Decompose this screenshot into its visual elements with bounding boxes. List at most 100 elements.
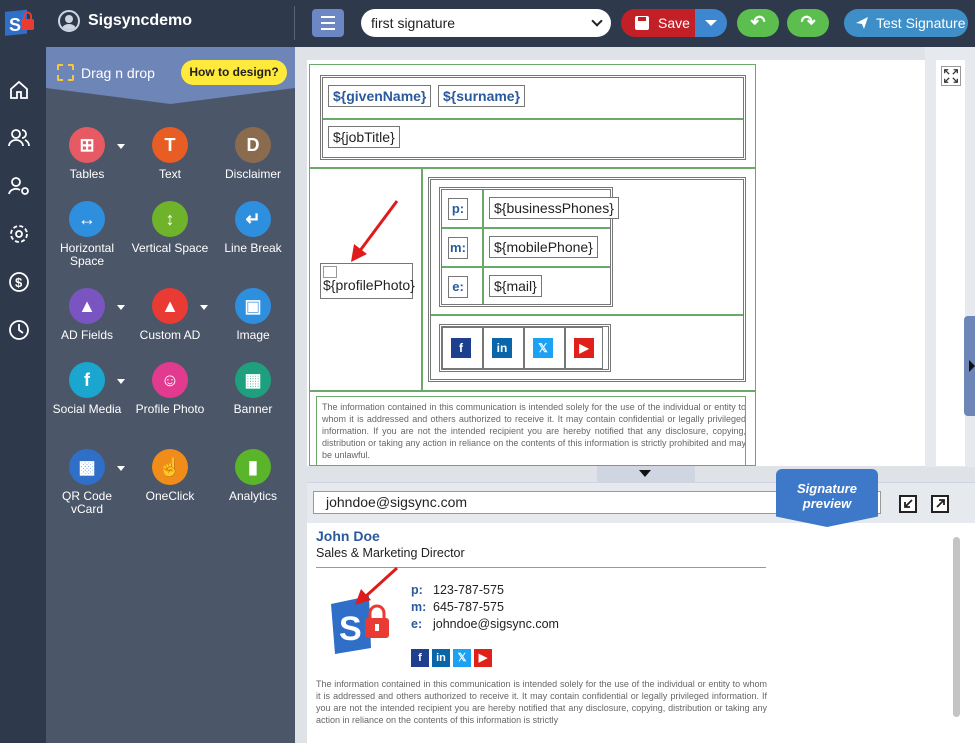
home-icon[interactable]	[8, 79, 30, 101]
save-options-dropdown[interactable]	[695, 9, 727, 37]
tool-horizontal-space[interactable]: ↔ Horizontal Space	[47, 201, 127, 268]
tool-label: Vertical Space	[131, 241, 209, 255]
how-to-design-button[interactable]: How to design?	[181, 60, 287, 85]
history-clock-icon[interactable]	[8, 319, 30, 341]
tool-label: Horizontal Space	[59, 241, 115, 268]
linkedin-icon[interactable]: in	[492, 338, 512, 358]
test-signature-button[interactable]: Test Signature	[844, 9, 968, 37]
drag-drop-palette: Drag n drop How to design? ⊞ Tables T Text D…	[46, 47, 295, 743]
palette-title: Drag n drop	[81, 65, 155, 81]
settings-gear-icon[interactable]	[8, 223, 30, 245]
red-arrow-annotation-preview	[355, 566, 399, 605]
preview-scrollbar[interactable]	[953, 537, 960, 717]
preview-mobile: 645-787-575	[433, 600, 504, 614]
tool-social-media[interactable]: f Social Media	[47, 362, 127, 416]
given-name-field[interactable]: ${givenName}	[328, 85, 432, 107]
x-icon[interactable]: 𝕏	[453, 649, 471, 667]
signature-select-value: first signature	[371, 15, 456, 31]
signature-preview-panel: johndoe@sigsync.com Signature preview Jo…	[307, 469, 975, 743]
contact-row-divider	[431, 314, 743, 316]
name-row-divider	[323, 118, 743, 120]
account-avatar-icon	[58, 10, 80, 32]
collapse-icon[interactable]	[899, 495, 917, 513]
mobile-label: m:	[448, 237, 468, 259]
left-nav-rail: $	[0, 47, 46, 743]
phone-row-divider-2	[442, 266, 610, 268]
panel-splitter-handle[interactable]	[597, 466, 695, 482]
fullscreen-button[interactable]	[941, 66, 961, 86]
tool-dropdown-caret-icon[interactable]	[200, 305, 208, 310]
redo-button[interactable]: ↷	[787, 9, 829, 37]
header-divider	[294, 6, 295, 40]
users-icon[interactable]	[8, 127, 30, 149]
tool-label: Disclaimer	[224, 167, 281, 181]
tool-analytics[interactable]: ▮ Analytics	[213, 449, 293, 503]
tool-custom-ad[interactable]: ▲ Custom AD	[130, 288, 210, 342]
surname-field[interactable]: ${surname}	[438, 85, 526, 107]
ad-fields-icon: ▲	[69, 288, 105, 324]
tool-label: Custom AD	[139, 328, 201, 342]
x-icon[interactable]: 𝕏	[533, 338, 553, 358]
undo-button[interactable]: ↶	[737, 9, 779, 37]
line-break-icon: ↵	[235, 201, 271, 237]
preview-phone-row: p: 123-787-575	[411, 583, 504, 597]
facebook-icon[interactable]: f	[411, 649, 429, 667]
facebook-icon[interactable]: f	[451, 338, 471, 358]
tool-label: OneClick	[145, 489, 195, 503]
hamburger-menu-button[interactable]	[312, 9, 344, 37]
tool-dropdown-caret-icon[interactable]	[117, 379, 125, 384]
tool-label: Image	[236, 328, 270, 342]
section-divider	[309, 167, 756, 169]
tables-icon: ⊞	[69, 127, 105, 163]
tool-tables[interactable]: ⊞ Tables	[47, 127, 127, 181]
preview-phone: 123-787-575	[433, 583, 504, 597]
user-settings-icon[interactable]	[8, 175, 30, 197]
tool-banner[interactable]: ▦ Banner	[213, 362, 293, 416]
oneclick-icon: ☝	[152, 449, 188, 485]
save-button[interactable]: Save	[621, 9, 695, 37]
social-media-icon: f	[69, 362, 105, 398]
job-title-field[interactable]: ${jobTitle}	[328, 126, 400, 148]
youtube-icon[interactable]: ▶	[474, 649, 492, 667]
tool-dropdown-caret-icon[interactable]	[117, 466, 125, 471]
chevron-down-icon	[591, 15, 603, 27]
mail-field[interactable]: ${mail}	[489, 275, 542, 297]
mobile-phone-field[interactable]: ${mobilePhone}	[489, 236, 598, 258]
tool-label: Banner	[233, 402, 273, 416]
banner-icon: ▦	[235, 362, 271, 398]
test-signature-label: Test Signature	[876, 15, 966, 31]
preview-email: johndoe@sigsync.com	[433, 617, 559, 631]
tool-oneclick[interactable]: ☝ OneClick	[130, 449, 210, 503]
svg-text:$: $	[15, 275, 23, 290]
external-link-icon[interactable]	[931, 495, 949, 513]
billing-dollar-icon[interactable]: $	[8, 271, 30, 293]
tool-disclaimer[interactable]: D Disclaimer	[213, 127, 293, 181]
account-menu[interactable]: Sigsyncdemo	[58, 10, 192, 32]
tool-ad-fields[interactable]: ▲ AD Fields	[47, 288, 127, 342]
expand-icon	[944, 69, 958, 83]
tool-line-break[interactable]: ↵ Line Break	[213, 201, 293, 255]
svg-text:S: S	[9, 15, 21, 35]
analytics-icon: ▮	[235, 449, 271, 485]
tool-dropdown-caret-icon[interactable]	[117, 144, 125, 149]
preview-mobile-row: m: 645-787-575	[411, 600, 504, 614]
business-phones-field[interactable]: ${businessPhones}	[489, 197, 619, 219]
right-panel-toggle[interactable]	[964, 316, 975, 416]
drag-drop-icon	[57, 64, 74, 81]
vertical-space-icon: ↕	[152, 201, 188, 237]
email-label: e:	[448, 276, 468, 298]
tool-dropdown-caret-icon[interactable]	[117, 305, 125, 310]
tool-image[interactable]: ▣ Image	[213, 288, 293, 342]
profile-photo-field[interactable]: ${profilePhoto}	[320, 263, 415, 299]
tool-qr-code-vcard[interactable]: ▩ QR Code vCard	[47, 449, 127, 516]
linkedin-icon[interactable]: in	[432, 649, 450, 667]
top-bar: S Sigsyncdemo first signature Save ↶ ↷ T…	[0, 0, 975, 47]
disclaimer-box	[316, 396, 746, 466]
disclaimer-icon: D	[235, 127, 271, 163]
tool-text[interactable]: T Text	[130, 127, 210, 181]
tool-vertical-space[interactable]: ↕ Vertical Space	[130, 201, 210, 255]
youtube-icon[interactable]: ▶	[574, 338, 594, 358]
tool-profile-photo[interactable]: ☺ Profile Photo	[130, 362, 210, 416]
signature-select[interactable]: first signature	[361, 9, 611, 37]
tool-label: Analytics	[228, 489, 278, 503]
